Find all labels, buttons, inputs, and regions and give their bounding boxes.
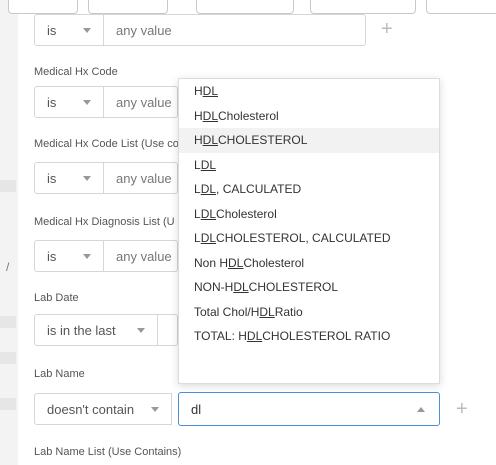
field-label: Lab Date <box>34 292 79 304</box>
top-field[interactable] <box>88 0 168 14</box>
operator-value: doesn't contain <box>47 401 135 417</box>
option-match: DL <box>202 108 219 123</box>
field-label: Medical Hx Diagnosis List (U <box>34 216 175 228</box>
option-text: CHOLESTEROL <box>248 280 339 295</box>
add-icon[interactable]: + <box>456 399 468 419</box>
option-text: Cholesterol <box>216 206 277 221</box>
value-text: any value <box>116 22 172 38</box>
value-input[interactable]: any value <box>104 86 178 118</box>
option-match: DL <box>200 206 217 221</box>
field-label: Lab Name List (Use Contains) <box>34 446 182 458</box>
option-text: L <box>194 231 201 246</box>
chevron-down-icon <box>83 100 91 105</box>
option-text: H <box>194 133 203 148</box>
option-text: CHOLESTEROL <box>218 133 308 148</box>
option-text: , CALCULATED <box>216 182 302 197</box>
option-text: TOTAL: H <box>194 329 247 344</box>
option-text: L <box>194 206 201 221</box>
chevron-down-icon <box>83 28 91 33</box>
strip-mark <box>0 352 16 364</box>
option-match: DL <box>228 255 244 270</box>
operator-value: is <box>47 248 57 264</box>
option-text: H <box>194 84 203 99</box>
chevron-down-icon <box>83 254 91 259</box>
option-text: CHOLESTEROL RATIO <box>262 329 391 344</box>
operator-select[interactable]: is <box>34 86 104 118</box>
option-text: L <box>194 182 201 197</box>
search-text: dl <box>191 401 202 417</box>
value-text: any value <box>116 170 172 186</box>
top-field[interactable] <box>8 0 78 14</box>
field-label: Medical Hx Code <box>34 66 118 78</box>
operator-select[interactable]: doesn't contain <box>34 393 172 425</box>
field-label: Lab Name <box>34 368 85 380</box>
option-text: NON-H <box>194 280 234 295</box>
dropdown-option[interactable]: H DL CHOLESTEROL <box>179 128 439 153</box>
top-field[interactable] <box>310 0 416 14</box>
dropdown-option[interactable]: Total Chol/H DL Ratio <box>179 300 439 325</box>
value-input[interactable]: any value <box>104 162 178 194</box>
dropdown-option[interactable]: Non H DL Cholesterol <box>179 251 439 276</box>
option-text: CHOLESTEROL, CALCULATED <box>216 231 391 246</box>
chevron-down-icon <box>137 328 145 333</box>
strip-mark <box>0 180 16 192</box>
option-match: DL <box>246 329 263 344</box>
operator-value: is <box>47 94 57 110</box>
option-match: DL <box>200 231 217 246</box>
lab-name-search-input[interactable]: dl <box>178 392 440 426</box>
dropdown-option[interactable]: H DL <box>179 79 439 104</box>
operator-select[interactable]: is in the last <box>34 314 158 346</box>
top-field[interactable] <box>196 0 294 14</box>
option-match: DL <box>233 280 249 295</box>
option-text: H <box>194 108 203 123</box>
left-strip: / <box>0 0 18 465</box>
dropdown-option[interactable]: L DL, CALCULATED <box>179 177 439 202</box>
operator-select[interactable]: is <box>34 162 104 194</box>
strip-glyph: / <box>6 260 10 274</box>
option-text: Total Chol/H <box>194 304 260 319</box>
dropdown-option[interactable]: L DL Cholesterol <box>179 202 439 227</box>
add-icon[interactable]: + <box>381 19 393 39</box>
option-text: Cholesterol <box>243 255 305 270</box>
operator-select[interactable]: is <box>34 14 104 46</box>
option-text: L <box>194 157 201 172</box>
value-input[interactable]: any value <box>104 14 366 46</box>
option-match: DL <box>200 157 217 172</box>
option-text: Cholesterol <box>218 108 279 123</box>
dropdown-option[interactable]: L DL CHOLESTEROL, CALCULATED <box>179 226 439 251</box>
option-text: Non H <box>194 255 229 270</box>
strip-mark <box>0 398 16 410</box>
operator-value: is <box>47 170 57 186</box>
value-text: any value <box>116 94 172 110</box>
operator-value: is in the last <box>47 322 116 338</box>
value-text: any value <box>116 248 172 264</box>
chevron-up-icon[interactable] <box>417 407 425 412</box>
option-match: DL <box>202 84 219 99</box>
value-input[interactable]: any value <box>104 240 178 272</box>
chevron-down-icon <box>151 407 159 412</box>
top-field[interactable] <box>426 0 496 14</box>
dropdown-option[interactable]: NON-H DL CHOLESTEROL <box>179 275 439 300</box>
field-label: Medical Hx Code List (Use co <box>34 138 179 150</box>
chevron-down-icon <box>83 176 91 181</box>
dropdown-option[interactable]: TOTAL: H DL CHOLESTEROL RATIO <box>179 324 439 349</box>
dropdown-option[interactable]: L DL <box>179 153 439 178</box>
option-match: DL <box>200 182 217 197</box>
dropdown-option[interactable]: H DL Cholesterol <box>179 104 439 129</box>
strip-mark <box>0 316 16 328</box>
option-match: DL <box>202 133 219 148</box>
option-match: DL <box>259 304 275 319</box>
operator-select[interactable]: is <box>34 240 104 272</box>
option-text: Ratio <box>274 304 303 319</box>
autocomplete-dropdown: H DL H DL Cholesterol H DL CHOLESTEROL L DL L DL,… <box>178 78 440 384</box>
value-input[interactable] <box>158 314 178 346</box>
operator-value: is <box>47 22 57 38</box>
